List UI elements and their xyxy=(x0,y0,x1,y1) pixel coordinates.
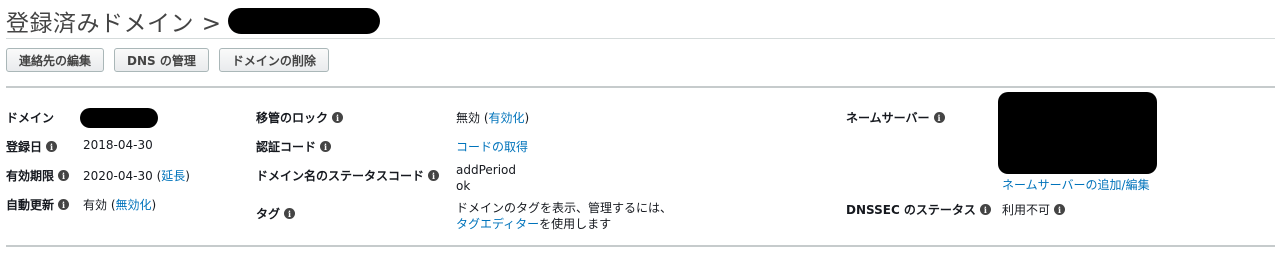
paren-close: ) xyxy=(524,111,530,125)
status-code-ok: ok xyxy=(456,179,471,193)
info-icon[interactable]: i xyxy=(320,141,332,152)
disable-auto-renew-link[interactable]: 無効化 xyxy=(116,198,152,212)
name-servers-link-wrap: ネームサーバーの追加/編集 xyxy=(1002,176,1150,193)
redacted-domain-value xyxy=(80,108,158,128)
auto-renew-label: 自動更新 i xyxy=(6,196,70,213)
dnssec-label: DNSSEC のステータス i xyxy=(846,201,991,218)
dnssec-label-text: DNSSEC のステータス xyxy=(846,203,976,217)
tags-value: ドメインのタグを表示、管理するには、 タグエディターを使用します xyxy=(456,200,672,232)
details-top-divider xyxy=(6,86,1275,88)
tags-instructions: ドメインのタグを表示、管理するには、 xyxy=(456,201,673,215)
paren-open: ( xyxy=(107,198,116,212)
paren-open: ( xyxy=(152,169,162,183)
tags-label-text: タグ xyxy=(256,207,281,221)
paren-open: ( xyxy=(480,111,489,125)
manage-dns-button[interactable]: DNS の管理 xyxy=(114,48,209,72)
auth-code-label: 認証コード i xyxy=(256,138,332,155)
auto-renew-status: 有効 xyxy=(83,198,108,212)
transfer-lock-value: 無効 (有効化) xyxy=(456,109,529,126)
get-auth-code-link[interactable]: コードの取得 xyxy=(456,140,528,154)
dnssec-value: 利用不可 i xyxy=(1002,201,1066,218)
auto-renew-value: 有効 (無効化) xyxy=(83,196,156,213)
info-icon[interactable]: i xyxy=(933,112,945,123)
paren-close: ) xyxy=(151,198,157,212)
info-icon[interactable]: i xyxy=(58,170,70,181)
tags-instructions-suffix: を使用します xyxy=(539,217,612,231)
expiry-date-label: 有効期限 i xyxy=(6,167,70,184)
registered-date-label-text: 登録日 xyxy=(6,140,43,154)
transfer-lock-status: 無効 xyxy=(456,111,481,125)
dnssec-status: 利用不可 xyxy=(1002,203,1051,217)
tags-label: タグ i xyxy=(256,205,296,222)
enable-transfer-lock-link[interactable]: 有効化 xyxy=(489,111,525,125)
page-header: 登録済みドメイン > xyxy=(6,5,380,37)
transfer-lock-label-text: 移管のロック xyxy=(256,111,329,125)
info-icon[interactable]: i xyxy=(979,204,991,215)
info-icon[interactable]: i xyxy=(46,141,58,152)
details-bottom-divider xyxy=(6,245,1275,247)
info-icon[interactable]: i xyxy=(284,208,296,219)
domain-label: ドメイン xyxy=(6,109,54,126)
redacted-domain-name xyxy=(227,8,380,34)
info-icon[interactable]: i xyxy=(428,170,440,181)
name-servers-label-text: ネームサーバー xyxy=(846,111,930,125)
expiry-date-value: 2020-04-30 (延長) xyxy=(83,167,190,184)
tags-instructions-line2: タグエディターを使用します xyxy=(456,216,672,232)
info-icon[interactable]: i xyxy=(1054,204,1066,215)
auth-code-value: コードの取得 xyxy=(456,138,528,155)
status-code-value: addPeriod ok xyxy=(456,162,516,194)
name-servers-label: ネームサーバー i xyxy=(846,109,945,126)
expiry-date-label-text: 有効期限 xyxy=(6,169,55,183)
info-icon[interactable]: i xyxy=(58,199,70,210)
edit-name-servers-link[interactable]: ネームサーバーの追加/編集 xyxy=(1002,178,1150,192)
info-icon[interactable]: i xyxy=(332,112,344,123)
status-code-label: ドメイン名のステータスコード i xyxy=(256,167,440,184)
page-title: 登録済みドメイン > xyxy=(6,11,222,37)
status-code-label-text: ドメイン名のステータスコード xyxy=(256,169,425,183)
edit-contacts-button[interactable]: 連絡先の編集 xyxy=(6,48,105,72)
header-divider xyxy=(6,38,1275,39)
registered-date-value: 2018-04-30 xyxy=(83,138,153,152)
paren-close: ) xyxy=(185,169,190,183)
renew-link[interactable]: 延長 xyxy=(161,169,185,183)
registered-date-label: 登録日 i xyxy=(6,138,58,155)
redacted-name-servers xyxy=(998,92,1157,174)
delete-domain-button[interactable]: ドメインの削除 xyxy=(218,48,329,72)
tag-editor-link[interactable]: タグエディター xyxy=(456,217,539,231)
status-code-addperiod: addPeriod xyxy=(456,163,517,177)
auth-code-label-text: 認証コード xyxy=(256,140,317,154)
expiry-date-text: 2020-04-30 xyxy=(83,169,153,183)
auto-renew-label-text: 自動更新 xyxy=(6,198,55,212)
domain-label-text: ドメイン xyxy=(6,111,55,125)
action-toolbar: 連絡先の編集 DNS の管理 ドメインの削除 xyxy=(6,48,329,72)
transfer-lock-label: 移管のロック i xyxy=(256,109,344,126)
